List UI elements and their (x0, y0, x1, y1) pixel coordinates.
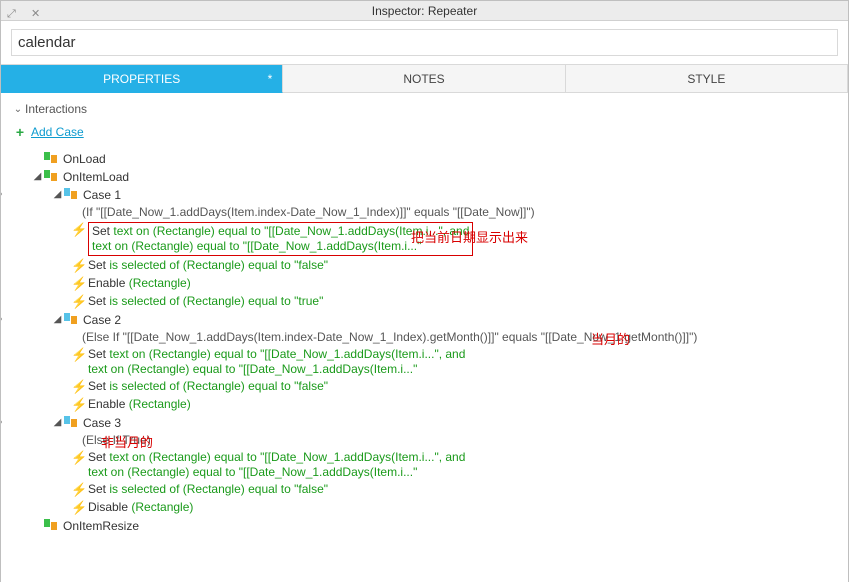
tab-properties[interactable]: PROPERTIES * (1, 65, 283, 93)
bolt-icon: ⚡ (71, 222, 85, 238)
case-1-cond[interactable]: (If "[[Date_Now_1.addDays(Item.index-Dat… (11, 204, 838, 221)
case-1-action-4[interactable]: ⚡ Set is selected of (Rectangle) equal t… (11, 293, 838, 311)
interactions-section[interactable]: ⌄ Interactions (11, 99, 838, 119)
case-2-cond[interactable]: (Else If "[[Date_Now_1.addDays(Item.inde… (11, 329, 838, 346)
tab-dirty-marker: * (268, 65, 273, 93)
widget-name-wrap (1, 21, 848, 65)
expand-arrow-icon[interactable]: ◢ (51, 312, 64, 328)
bolt-icon: ⚡ (71, 276, 85, 292)
event-icon (44, 518, 60, 532)
tab-properties-label: PROPERTIES (103, 72, 180, 86)
widget-name-input[interactable] (11, 29, 838, 56)
bolt-icon: ⚡ (71, 482, 85, 498)
plus-icon: + (13, 124, 27, 140)
tab-notes[interactable]: NOTES (283, 65, 565, 93)
add-case-label[interactable]: Add Case (31, 125, 84, 139)
tab-bar: PROPERTIES * NOTES STYLE (1, 65, 848, 93)
bolt-icon: ⚡ (71, 379, 85, 395)
bolt-icon: ⚡ (71, 294, 85, 310)
bolt-icon: ⚡ (71, 397, 85, 413)
annotation-1: 把当前日期显示出来 (411, 227, 528, 246)
case-1-action-1[interactable]: ⚡ Set text on (Rectangle) equal to "[[Da… (11, 221, 838, 257)
expand-arrow-icon[interactable]: ◢ (51, 187, 64, 203)
bolt-icon: ⚡ (71, 258, 85, 274)
case-icon (64, 415, 80, 429)
titlebar: ⤢ ✕ Inspector: Repeater (1, 1, 848, 21)
expand-icon[interactable]: ⤢ (7, 4, 16, 24)
close-icon[interactable]: ✕ (31, 4, 40, 24)
case-icon (64, 312, 80, 326)
bolt-icon: ⚡ (71, 500, 85, 516)
case-3-cond[interactable]: (Else If True) 非当月的 (11, 432, 838, 449)
bolt-icon: ⚡ (71, 347, 85, 363)
expand-arrow-icon[interactable]: ◢ (31, 169, 44, 185)
annotation-3: 非当月的 (101, 432, 153, 451)
case-2-action-2[interactable]: ⚡ Set is selected of (Rectangle) equal t… (11, 378, 838, 396)
event-onitemresize[interactable]: ▶ OnItemResize (11, 517, 838, 535)
case-3-action-3[interactable]: ⚡ Disable (Rectangle) (11, 499, 838, 517)
annotation-2: 当月的 (591, 329, 630, 348)
case-3-action-1[interactable]: ⚡ Set text on (Rectangle) equal to "[[Da… (11, 449, 838, 481)
event-onitemload[interactable]: ◢ OnItemLoad (11, 168, 838, 186)
interactions-label: Interactions (25, 102, 87, 116)
case-1-action-2[interactable]: ⚡ Set is selected of (Rectangle) equal t… (11, 257, 838, 275)
event-onload[interactable]: ▶ OnLoad (11, 150, 838, 168)
properties-panel[interactable]: ⌄ Interactions + Add Case ▶ OnLoad ◢ OnI… (1, 93, 848, 584)
case-icon (64, 187, 80, 201)
event-icon (44, 151, 60, 165)
chevron-down-icon[interactable]: ⌄ (11, 104, 25, 115)
case-2[interactable]: ◢ Case 2 (11, 311, 838, 329)
case-2-action-3[interactable]: ⚡ Enable (Rectangle) (11, 396, 838, 414)
case-3[interactable]: ◢ Case 3 (11, 414, 838, 432)
event-icon (44, 169, 60, 183)
tab-style[interactable]: STYLE (566, 65, 848, 93)
case-3-action-2[interactable]: ⚡ Set is selected of (Rectangle) equal t… (11, 481, 838, 499)
window-title: Inspector: Repeater (372, 4, 477, 18)
case-1-action-3[interactable]: ⚡ Enable (Rectangle) (11, 275, 838, 293)
case-2-action-1[interactable]: ⚡ Set text on (Rectangle) equal to "[[Da… (11, 346, 838, 378)
expand-arrow-icon[interactable]: ◢ (51, 415, 64, 431)
add-case-link[interactable]: + Add Case (11, 119, 838, 150)
case-1[interactable]: ◢ Case 1 (11, 186, 838, 204)
bolt-icon: ⚡ (71, 450, 85, 466)
inspector-window: ⤢ ✕ Inspector: Repeater PROPERTIES * NOT… (0, 0, 849, 582)
